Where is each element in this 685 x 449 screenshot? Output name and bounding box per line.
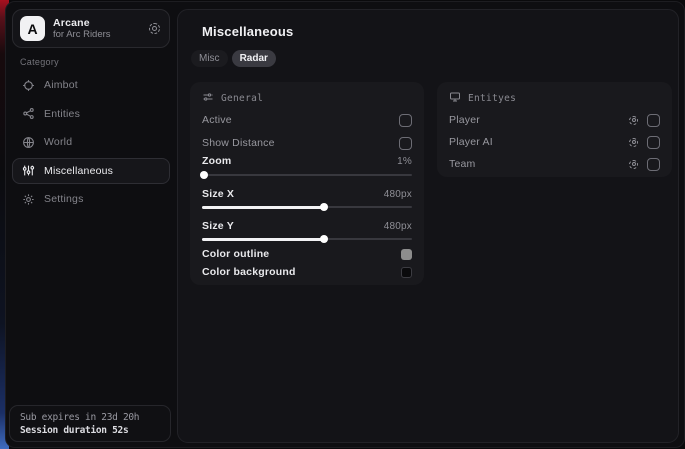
- zoom-slider-fill: [202, 174, 204, 177]
- zoom-slider-thumb[interactable]: [200, 171, 208, 179]
- sidebar-nav: Aimbot Entities World: [12, 72, 170, 215]
- app-logo: A: [20, 16, 45, 41]
- app-titles: Arcane for Arc Riders: [53, 17, 149, 41]
- color-outline-swatch[interactable]: [401, 249, 412, 260]
- entities-panel: Entityes Player Player AI Team: [437, 82, 672, 177]
- player-settings-gear-icon[interactable]: [629, 116, 638, 125]
- player-ai-label: Player AI: [449, 136, 493, 148]
- show-distance-label: Show Distance: [202, 137, 275, 149]
- color-outline-row: Color outline: [202, 246, 412, 262]
- active-row: Active: [202, 112, 412, 128]
- size-x-row: Size X 480px: [202, 186, 412, 202]
- entities-panel-title: Entityes: [468, 93, 516, 104]
- show-distance-row: Show Distance: [202, 135, 412, 151]
- sidebar-item-world[interactable]: World: [12, 129, 170, 155]
- general-panel: General Active Show Distance Zoom 1%: [190, 82, 424, 285]
- size-x-value: 480px: [384, 189, 412, 200]
- crosshair-icon: [22, 79, 35, 92]
- header-gear-icon[interactable]: [149, 23, 160, 34]
- sliders-horizontal-icon: [202, 91, 214, 106]
- player-label: Player: [449, 114, 480, 126]
- nodes-icon: [22, 107, 35, 120]
- sidebar-item-label: Miscellaneous: [44, 165, 113, 177]
- team-checkbox[interactable]: [647, 158, 660, 171]
- player-ai-checkbox[interactable]: [647, 136, 660, 149]
- sub-expiry-text: Sub expires in 23d 20h: [20, 412, 160, 423]
- show-distance-checkbox[interactable]: [399, 137, 412, 150]
- color-background-row: Color background: [202, 264, 412, 280]
- size-y-label: Size Y: [202, 220, 234, 232]
- team-settings-gear-icon[interactable]: [629, 160, 638, 169]
- page-title: Miscellaneous: [202, 24, 293, 39]
- size-x-slider[interactable]: [202, 203, 412, 211]
- size-x-label: Size X: [202, 188, 234, 200]
- sidebar: A Arcane for Arc Riders Category Aimbot: [6, 2, 177, 447]
- sidebar-item-label: Settings: [44, 193, 84, 205]
- tab-misc[interactable]: Misc: [191, 50, 228, 67]
- player-row: Player: [449, 112, 660, 128]
- size-y-slider[interactable]: [202, 235, 412, 243]
- sidebar-item-label: Aimbot: [44, 79, 78, 91]
- general-panel-title: General: [221, 93, 263, 104]
- player-ai-settings-gear-icon[interactable]: [629, 138, 638, 147]
- zoom-slider[interactable]: [202, 171, 412, 179]
- app-subtitle: for Arc Riders: [53, 30, 149, 41]
- size-y-slider-fill: [202, 238, 324, 241]
- tab-radar[interactable]: Radar: [232, 50, 276, 67]
- entities-panel-header: Entityes: [449, 91, 516, 106]
- size-x-slider-thumb[interactable]: [320, 203, 328, 211]
- player-ai-row: Player AI: [449, 134, 660, 150]
- size-y-slider-track: [202, 238, 412, 240]
- sidebar-item-entities[interactable]: Entities: [12, 101, 170, 127]
- monitor-icon: [449, 91, 461, 106]
- size-x-slider-track: [202, 206, 412, 208]
- app-name: Arcane: [53, 17, 149, 29]
- size-y-value: 480px: [384, 221, 412, 232]
- category-label: Category: [20, 57, 59, 67]
- general-panel-header: General: [202, 91, 263, 106]
- zoom-value: 1%: [397, 156, 412, 167]
- session-duration-text: Session duration 52s: [20, 425, 160, 436]
- color-background-swatch[interactable]: [401, 267, 412, 278]
- tab-bar: Misc Radar: [191, 50, 276, 67]
- active-checkbox[interactable]: [399, 114, 412, 127]
- zoom-row: Zoom 1%: [202, 153, 412, 169]
- app-header-card: A Arcane for Arc Riders: [12, 9, 170, 48]
- main-content: Miscellaneous Misc Radar General Active: [177, 9, 679, 443]
- sidebar-item-settings[interactable]: Settings: [12, 186, 170, 212]
- gear-icon: [22, 193, 35, 206]
- team-label: Team: [449, 158, 475, 170]
- player-checkbox[interactable]: [647, 114, 660, 127]
- size-x-slider-fill: [202, 206, 324, 209]
- app-window: A Arcane for Arc Riders Category Aimbot: [5, 1, 685, 448]
- zoom-slider-track: [202, 174, 412, 176]
- size-y-row: Size Y 480px: [202, 218, 412, 234]
- zoom-label: Zoom: [202, 155, 231, 167]
- color-background-label: Color background: [202, 266, 296, 278]
- sidebar-item-label: World: [44, 136, 72, 148]
- sliders-icon: [22, 164, 35, 177]
- team-row: Team: [449, 156, 660, 172]
- sidebar-item-aimbot[interactable]: Aimbot: [12, 72, 170, 98]
- size-y-slider-thumb[interactable]: [320, 235, 328, 243]
- globe-icon: [22, 136, 35, 149]
- sidebar-item-label: Entities: [44, 108, 80, 120]
- color-outline-label: Color outline: [202, 248, 269, 260]
- active-label: Active: [202, 114, 232, 126]
- subscription-status-card: Sub expires in 23d 20h Session duration …: [9, 405, 171, 442]
- sidebar-item-miscellaneous[interactable]: Miscellaneous: [12, 158, 170, 184]
